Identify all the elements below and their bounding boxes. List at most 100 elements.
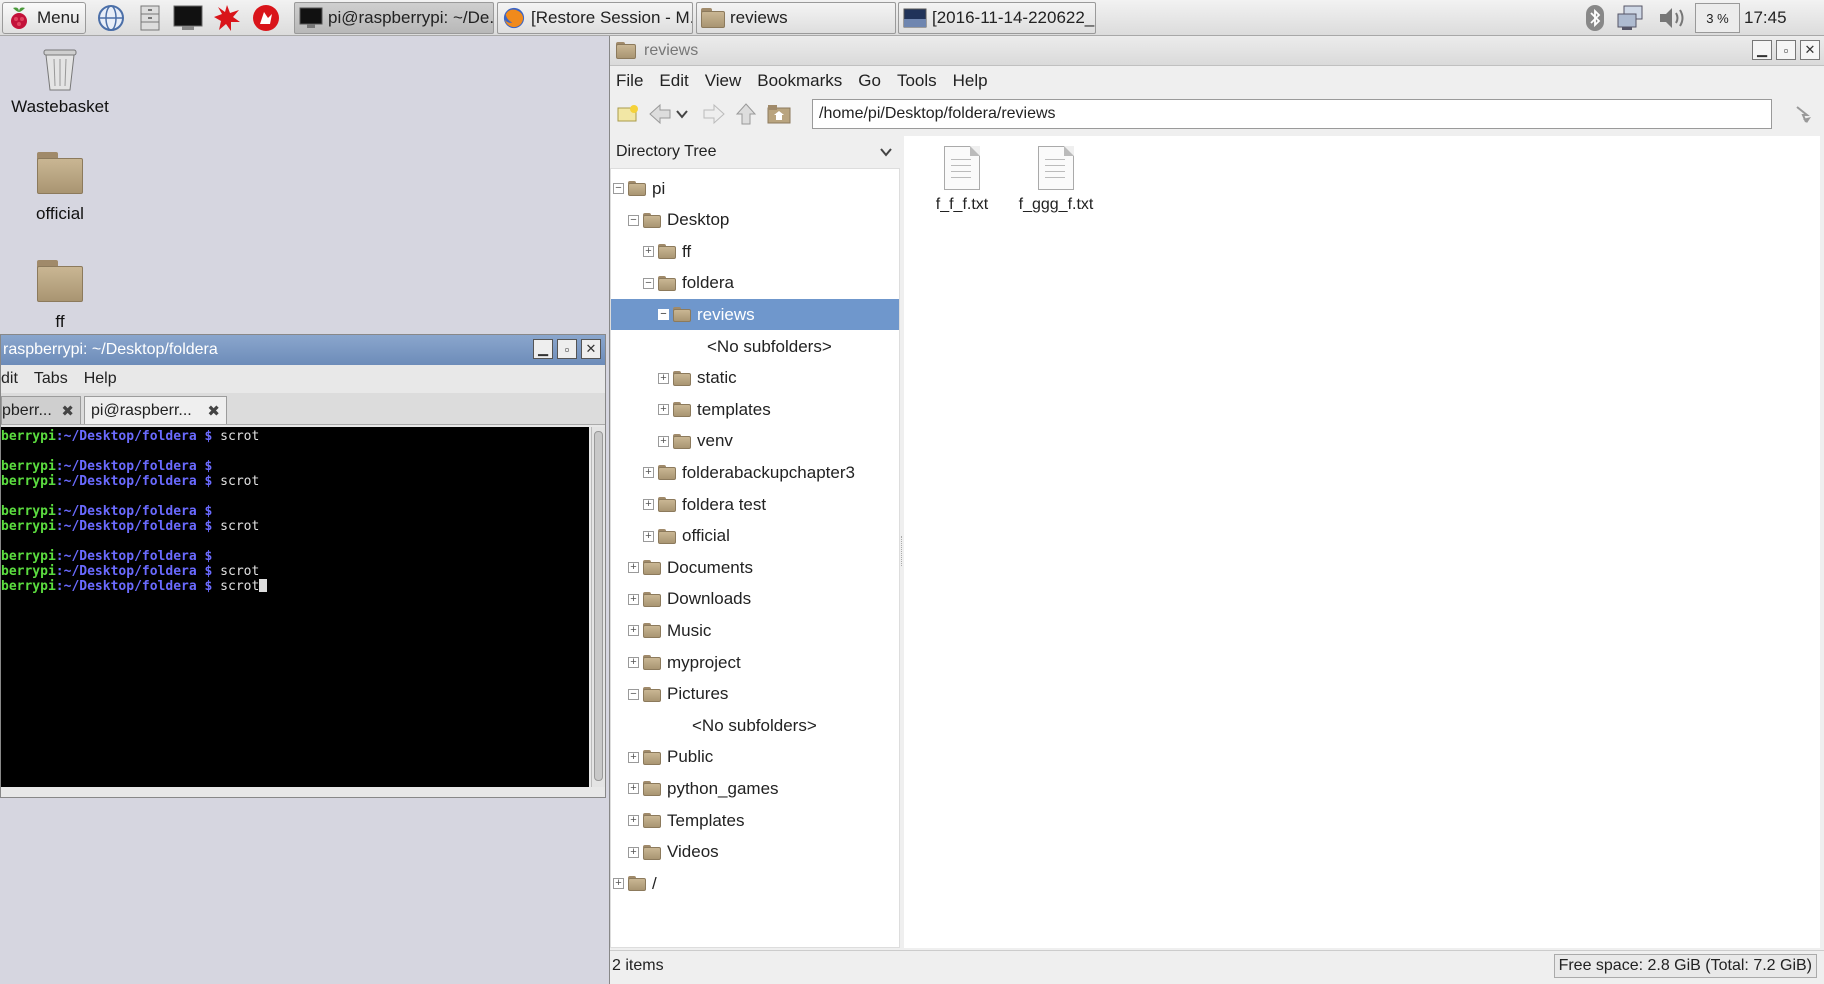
tree-item-label: foldera test bbox=[682, 494, 767, 514]
task-firefox[interactable]: [Restore Session - M... bbox=[497, 2, 693, 34]
expand-icon[interactable]: + bbox=[643, 499, 654, 510]
tree-item-downloads[interactable]: + Downloads bbox=[611, 584, 899, 615]
tree-item-no-subfolders[interactable]: <No subfolders> bbox=[611, 331, 899, 362]
minimize-button[interactable]: ▁ bbox=[1752, 40, 1772, 60]
volume-button[interactable] bbox=[1654, 0, 1690, 36]
menu-view[interactable]: View bbox=[705, 71, 742, 91]
task-terminal[interactable]: pi@raspberrypi: ~/De... bbox=[294, 2, 494, 34]
menu-edit[interactable]: dit bbox=[1, 370, 18, 388]
history-dropdown[interactable] bbox=[672, 100, 692, 128]
network-button[interactable] bbox=[1614, 0, 1650, 36]
desktop-icon-wastebasket[interactable]: Wastebasket bbox=[0, 44, 120, 117]
expand-icon[interactable]: + bbox=[658, 404, 669, 416]
wolfram-launcher[interactable] bbox=[250, 2, 282, 34]
expand-icon[interactable]: + bbox=[613, 878, 624, 890]
desktop-icon-official[interactable]: official bbox=[0, 152, 120, 224]
collapse-icon[interactable]: − bbox=[643, 277, 654, 289]
close-tab-icon[interactable]: ✖ bbox=[61, 402, 74, 420]
menu-go[interactable]: Go bbox=[858, 71, 881, 91]
expand-icon[interactable]: + bbox=[628, 815, 639, 826]
expand-icon[interactable]: + bbox=[658, 435, 669, 447]
collapse-icon[interactable]: − bbox=[658, 309, 669, 321]
expand-icon[interactable]: + bbox=[658, 372, 669, 384]
tree-item-templates[interactable]: + templates bbox=[611, 394, 899, 425]
maximize-button[interactable]: ▫ bbox=[1776, 40, 1796, 60]
menu-help[interactable]: Help bbox=[84, 370, 117, 388]
terminal-launcher[interactable] bbox=[172, 2, 204, 34]
menu-bookmarks[interactable]: Bookmarks bbox=[757, 71, 842, 91]
expand-icon[interactable]: + bbox=[628, 562, 639, 574]
tree-item-templates[interactable]: + Templates bbox=[611, 805, 899, 836]
menu-tools[interactable]: Tools bbox=[897, 71, 937, 91]
tree-item-desktop[interactable]: − Desktop bbox=[611, 205, 899, 236]
expand-icon[interactable]: + bbox=[628, 625, 639, 637]
minimize-button[interactable]: ▁ bbox=[533, 339, 553, 359]
back-button[interactable] bbox=[646, 100, 674, 128]
forward-button[interactable] bbox=[700, 100, 728, 128]
close-button[interactable]: ✕ bbox=[1800, 40, 1820, 60]
close-button[interactable]: ✕ bbox=[581, 339, 601, 359]
file-item[interactable]: f_f_f.txt bbox=[914, 146, 1010, 214]
terminal-tab-2[interactable]: pi@raspberr... ✖ bbox=[84, 396, 227, 424]
go-button[interactable] bbox=[1790, 100, 1818, 128]
maximize-button[interactable]: ▫ bbox=[557, 339, 577, 359]
tree-item-public[interactable]: + Public bbox=[611, 742, 899, 773]
new-tab-button[interactable] bbox=[614, 100, 642, 128]
task-reviews[interactable]: reviews bbox=[696, 2, 896, 34]
tree-item-folderabackupchapter3[interactable]: + folderabackupchapter3 bbox=[611, 457, 899, 488]
collapse-icon[interactable]: − bbox=[613, 183, 624, 194]
desktop-icon-ff[interactable]: ff bbox=[0, 260, 120, 332]
mathematica-launcher[interactable] bbox=[211, 2, 243, 34]
terminal-scrollbar[interactable] bbox=[591, 427, 605, 787]
menu-file[interactable]: File bbox=[616, 71, 643, 91]
file-item[interactable]: f_ggg_f.txt bbox=[1008, 146, 1104, 214]
tree-item-music[interactable]: + Music bbox=[611, 615, 899, 646]
close-tab-icon[interactable]: ✖ bbox=[207, 402, 220, 420]
tree-item-root[interactable]: + / bbox=[611, 868, 899, 899]
tree-item-pictures[interactable]: − Pictures bbox=[611, 679, 899, 710]
tree-item-pi[interactable]: − pi bbox=[611, 173, 899, 204]
terminal-tab-1[interactable]: pberr... ✖ bbox=[1, 396, 81, 424]
tree-item-static[interactable]: + static bbox=[611, 363, 899, 394]
menu-tabs[interactable]: Tabs bbox=[34, 370, 68, 388]
expand-icon[interactable]: + bbox=[643, 467, 654, 479]
home-button[interactable] bbox=[765, 100, 793, 128]
tree-item-venv[interactable]: + venv bbox=[611, 426, 899, 457]
expand-icon[interactable]: + bbox=[643, 530, 654, 542]
tree-item-foldera[interactable]: − foldera bbox=[611, 268, 899, 299]
scrollbar-thumb[interactable] bbox=[594, 431, 603, 781]
terminal-titlebar[interactable]: raspberrypi: ~/Desktop/foldera ▁ ▫ ✕ bbox=[1, 335, 605, 365]
expand-icon[interactable]: + bbox=[628, 751, 639, 763]
path-input[interactable]: /home/pi/Desktop/foldera/reviews bbox=[812, 99, 1772, 129]
tree-item-videos[interactable]: + Videos bbox=[611, 837, 899, 868]
web-browser-launcher[interactable] bbox=[95, 2, 127, 34]
menu-edit[interactable]: Edit bbox=[659, 71, 688, 91]
up-button[interactable] bbox=[732, 100, 760, 128]
expand-icon[interactable]: + bbox=[628, 657, 639, 668]
tree-item-python-games[interactable]: + python_games bbox=[611, 773, 899, 804]
expand-icon[interactable]: + bbox=[628, 846, 639, 858]
file-manager-launcher[interactable] bbox=[134, 2, 166, 34]
expand-icon[interactable]: + bbox=[643, 246, 654, 258]
collapse-icon[interactable]: − bbox=[628, 214, 639, 226]
expand-icon[interactable]: + bbox=[628, 593, 639, 605]
menu-button[interactable]: Menu bbox=[2, 2, 86, 34]
tree-item-myproject[interactable]: + myproject bbox=[611, 647, 899, 678]
expand-icon[interactable]: + bbox=[628, 783, 639, 795]
file-manager-titlebar[interactable]: reviews ▁ ▫ ✕ bbox=[610, 36, 1824, 66]
tree-item-foldera-test[interactable]: + foldera test bbox=[611, 489, 899, 520]
tree-item-official[interactable]: + official bbox=[611, 521, 899, 552]
file-list-pane[interactable]: f_f_f.txt f_ggg_f.txt bbox=[904, 136, 1820, 948]
terminal-user: berrypi bbox=[1, 429, 56, 444]
sidebar-mode-dropdown[interactable]: Directory Tree bbox=[610, 136, 900, 168]
collapse-icon[interactable]: − bbox=[628, 688, 639, 700]
tree-item-ff[interactable]: + ff bbox=[611, 236, 899, 267]
clock[interactable]: 17:45 bbox=[1744, 0, 1787, 36]
bluetooth-button[interactable] bbox=[1582, 0, 1608, 36]
task-image-viewer[interactable]: [2016-11-14-220622_... bbox=[898, 2, 1096, 34]
terminal-output[interactable]: berrypi:~/Desktop/foldera $ scrot berrypi… bbox=[1, 427, 589, 787]
tree-item-no-subfolders[interactable]: <No subfolders> bbox=[611, 710, 899, 741]
tree-item-documents[interactable]: + Documents bbox=[611, 552, 899, 583]
menu-help[interactable]: Help bbox=[953, 71, 988, 91]
tree-item-reviews[interactable]: − reviews bbox=[611, 299, 899, 331]
